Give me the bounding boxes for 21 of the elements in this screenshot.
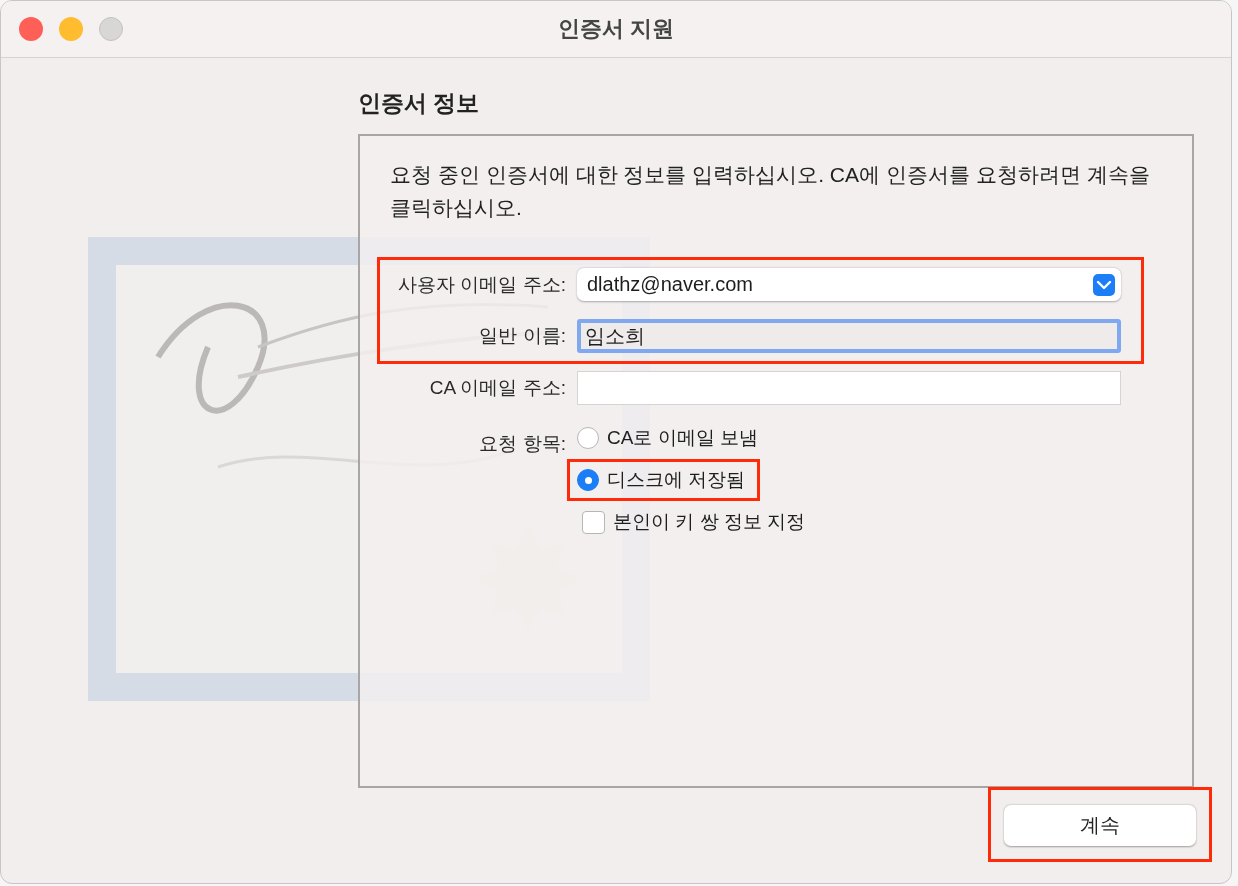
- window-title: 인증서 지원: [557, 15, 675, 43]
- field-label: 일반 이름:: [478, 324, 566, 348]
- radio-option[interactable]: 디스크에 저장됨: [577, 467, 746, 493]
- input-field[interactable]: [577, 371, 1121, 405]
- radio-button[interactable]: [577, 469, 599, 491]
- section-heading: 인증서 정보: [358, 89, 481, 118]
- email-dropdown[interactable]: dlathz@naver.com: [577, 268, 1121, 301]
- chevron-icon: [1093, 273, 1115, 296]
- close-button[interactable]: [19, 17, 43, 41]
- field-label: CA 이메일 주소:: [428, 376, 566, 400]
- description-text: 요청 중인 인증서에 대한 정보를 입력하십시오. CA에 인증서를 요청하려면 계속을 클릭하십시오.: [390, 162, 1151, 221]
- zoom-button[interactable]: [99, 17, 123, 41]
- checkbox-option[interactable]: 본인이 키 쌍 정보 지정: [582, 509, 1121, 535]
- radio-button[interactable]: [577, 427, 599, 449]
- radio-option[interactable]: CA로 이메일 보냄: [577, 425, 758, 451]
- field-label: 요청 항목:: [478, 432, 566, 456]
- field-label: 사용자 이메일 주소:: [397, 272, 566, 297]
- checkbox[interactable]: [582, 510, 605, 534]
- input-field[interactable]: 임소희: [577, 319, 1121, 353]
- minimize-button[interactable]: [59, 17, 83, 41]
- continue-button[interactable]: 계속: [1004, 805, 1196, 846]
